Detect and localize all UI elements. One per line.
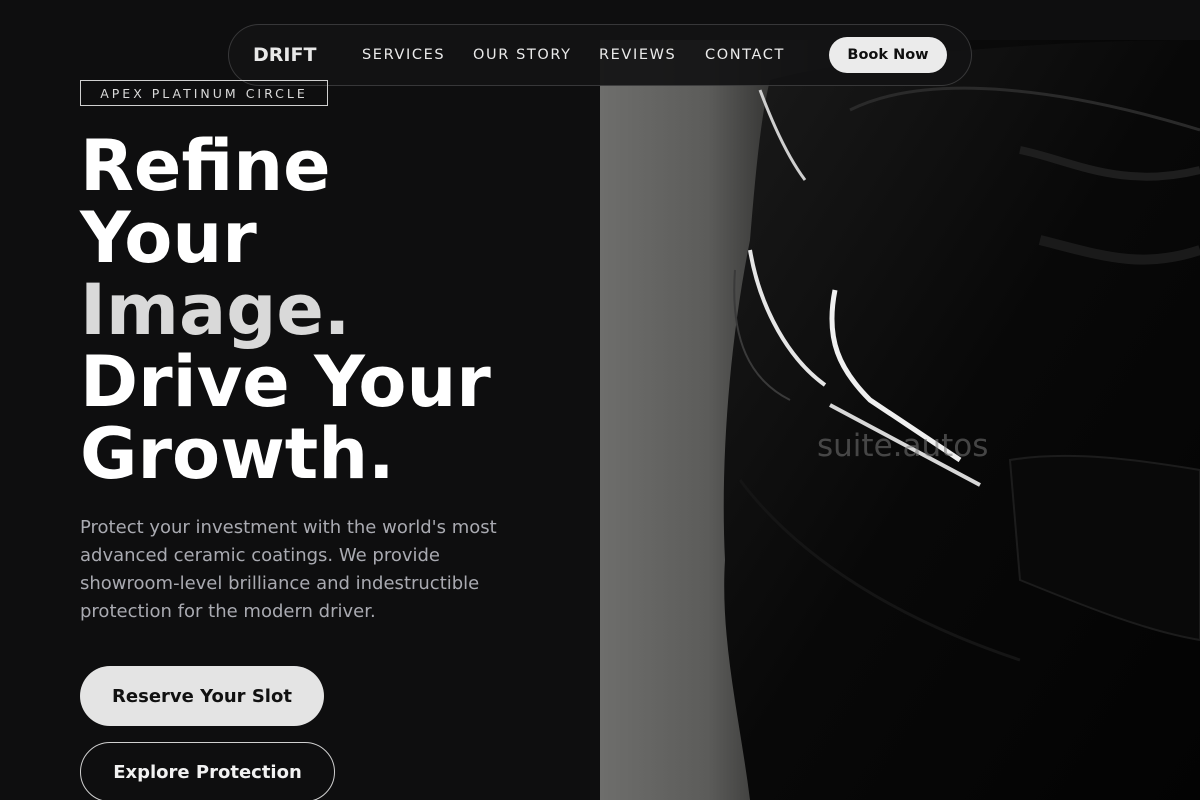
hero-car-image: suite.autos: [600, 40, 1200, 800]
hero-headline: Refine Your Image. Drive Your Growth.: [80, 130, 580, 490]
hero-description: Protect your investment with the world's…: [80, 517, 497, 622]
headline-line: Your: [80, 197, 257, 279]
top-navbar: DRIFT SERVICES OUR STORY REVIEWS CONTACT…: [228, 24, 972, 86]
headline-line: Growth.: [80, 413, 395, 495]
book-now-button[interactable]: Book Now: [829, 37, 947, 73]
reserve-slot-button[interactable]: Reserve Your Slot: [80, 666, 324, 726]
nav-link-services[interactable]: SERVICES: [362, 47, 445, 63]
image-watermark: suite.autos: [817, 428, 989, 464]
car-photo-illustration: [600, 40, 1200, 800]
nav-link-contact[interactable]: CONTACT: [705, 47, 785, 63]
headline-line: Refine: [80, 125, 331, 207]
nav-link-our-story[interactable]: OUR STORY: [473, 47, 572, 63]
explore-protection-button[interactable]: Explore Protection: [80, 742, 335, 800]
headline-line: Image.: [80, 269, 351, 351]
brand-logo[interactable]: DRIFT: [253, 44, 316, 66]
nav-link-reviews[interactable]: REVIEWS: [599, 47, 676, 63]
headline-line: Drive Your: [80, 341, 491, 423]
membership-badge: APEX PLATINUM CIRCLE: [80, 80, 328, 106]
